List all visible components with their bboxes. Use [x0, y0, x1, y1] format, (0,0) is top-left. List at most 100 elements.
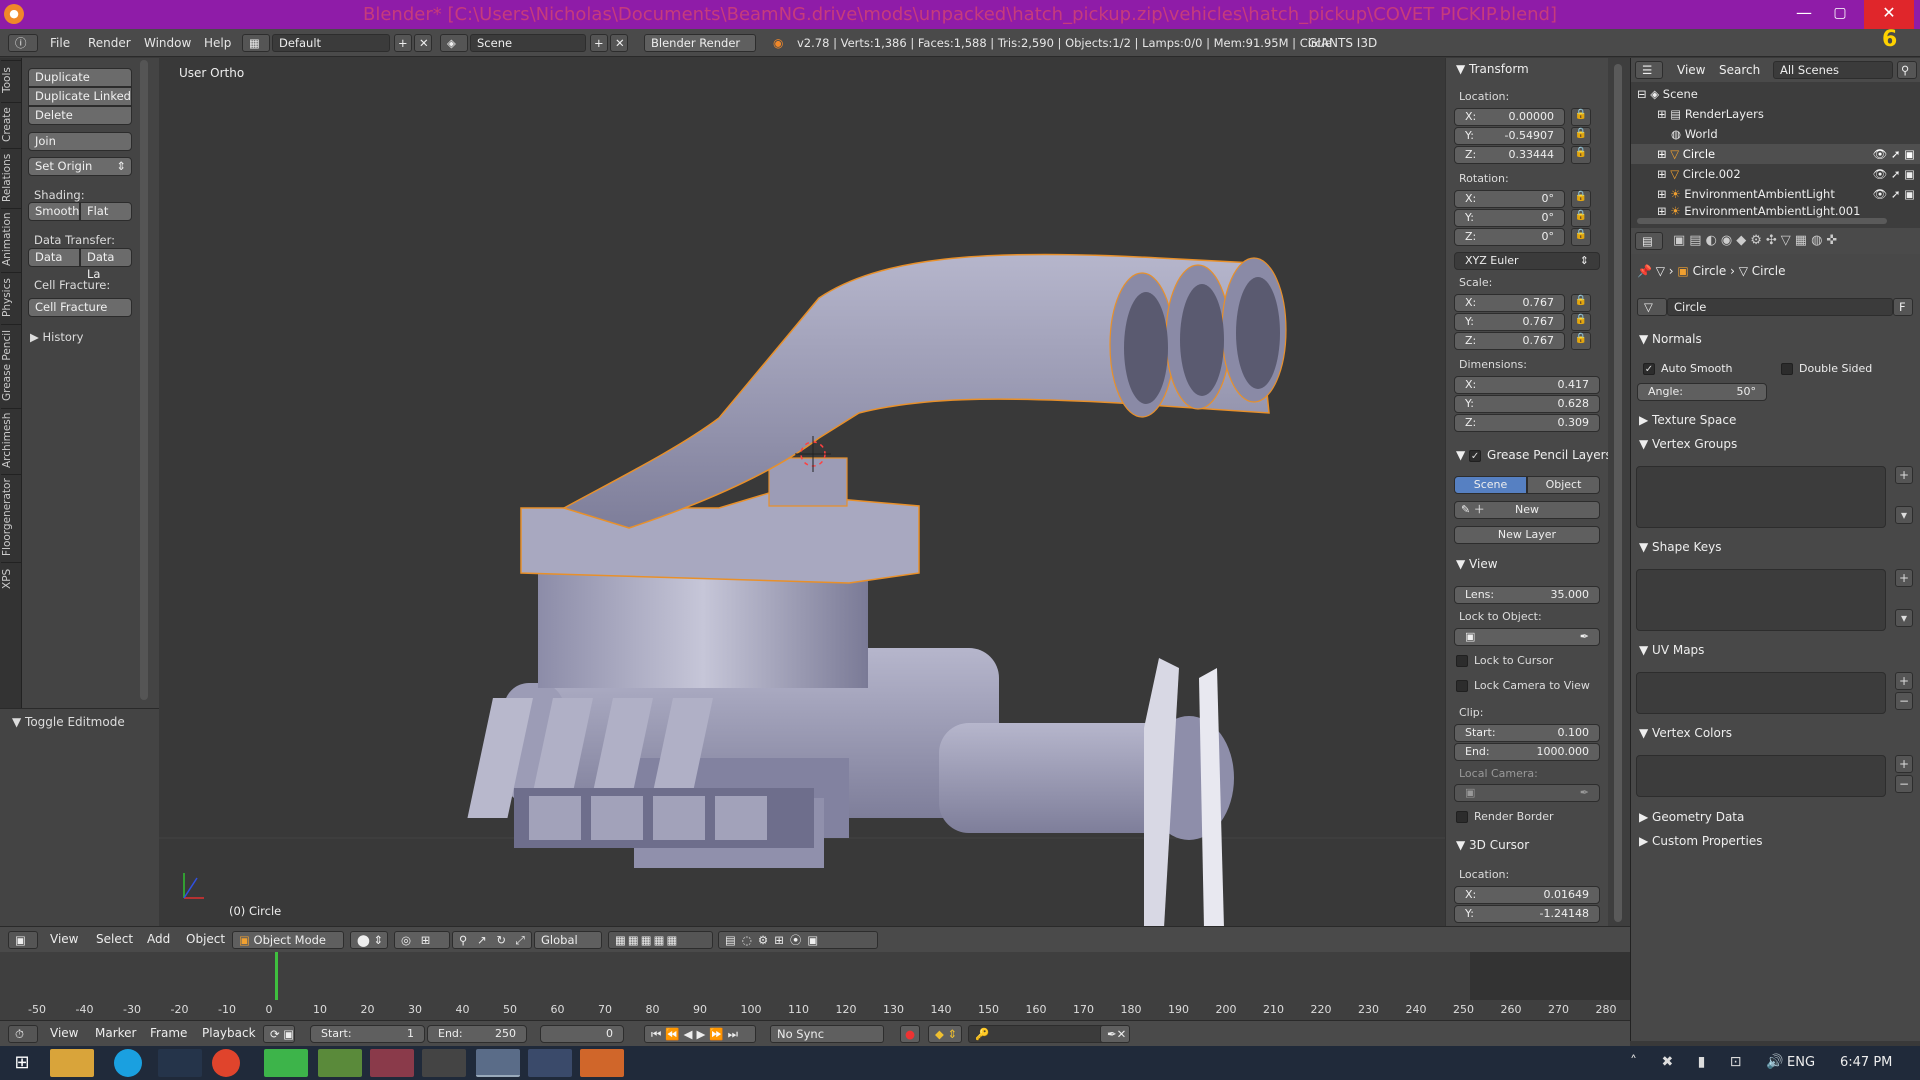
rotation-mode-dropdown[interactable]: XYZ Euler ⇕ [1454, 252, 1600, 270]
lock-icon[interactable]: 🔒 [1571, 108, 1591, 126]
dropdown-icon[interactable]: ▾ [1895, 506, 1913, 524]
mesh-name-field[interactable]: Circle [1667, 298, 1893, 316]
shape-keys-header[interactable]: ▼ Shape Keys [1639, 540, 1721, 554]
app-terminal-icon[interactable] [422, 1049, 466, 1077]
menu-file[interactable]: File [50, 34, 70, 52]
pivot-buttons[interactable]: ◎ ⊞ [394, 931, 450, 949]
location-z-field[interactable]: Z: 0.33444 [1454, 146, 1565, 164]
add-icon[interactable]: + [1895, 672, 1913, 690]
remove-layout-button[interactable]: ✕ [414, 34, 432, 52]
snap-tools[interactable]: ▤◌⚙⊞⦿▣ [718, 931, 878, 949]
outliner-item-scene[interactable]: ⊟ ◈ Scene [1631, 84, 1920, 104]
lens-field[interactable]: Lens: 35.000 [1454, 586, 1600, 604]
lock-icon[interactable]: 🔒 [1571, 313, 1591, 331]
view-menu[interactable]: View [50, 932, 78, 946]
lock-icon[interactable]: 🔒 [1571, 127, 1591, 145]
duplicate-linked-button[interactable]: Duplicate Linked [28, 87, 132, 106]
tab-create[interactable]: Create [1, 102, 21, 146]
editor-type-icon[interactable]: ⓘ [8, 34, 38, 52]
close-button[interactable]: ✕ [1864, 0, 1914, 29]
location-y-field[interactable]: Y: -0.54907 [1454, 127, 1565, 145]
scale-x-field[interactable]: X: 0.767 [1454, 294, 1565, 312]
smooth-button[interactable]: Smooth [28, 202, 80, 221]
gp-object-button[interactable]: Object [1527, 476, 1600, 494]
keying-set-icon[interactable]: ◆ ⇕ [928, 1025, 962, 1043]
lock-icon[interactable]: 🔒 [1571, 228, 1591, 246]
set-origin-dropdown[interactable]: Set Origin ⇕ [28, 157, 132, 176]
mesh-browse-icon[interactable]: ▽ [1637, 298, 1667, 316]
lock-icon[interactable]: 🔒 [1571, 294, 1591, 312]
geometry-data-header[interactable]: ▶ Geometry Data [1639, 810, 1744, 824]
manipulator-buttons[interactable]: ⚲ ↗ ↻ ⤢ [452, 931, 532, 949]
rotation-y-field[interactable]: Y: 0° [1454, 209, 1565, 227]
menu-window[interactable]: Window [144, 34, 191, 52]
minimize-button[interactable]: — [1787, 0, 1821, 29]
checkbox-icon[interactable]: ✓ [1469, 449, 1482, 462]
scale-z-field[interactable]: Z: 0.767 [1454, 332, 1565, 350]
rotation-x-field[interactable]: X: 0° [1454, 190, 1565, 208]
cursor-y-field[interactable]: Y: -1.24148 [1454, 905, 1600, 923]
layout-icon[interactable]: ▦ [242, 34, 270, 52]
visibility-icon[interactable]: 👁 ➚ ▣ [1873, 144, 1915, 164]
object-menu[interactable]: Object [186, 932, 225, 946]
add-icon[interactable]: + [1895, 569, 1913, 587]
select-menu[interactable]: Select [96, 932, 133, 946]
remove-icon[interactable]: − [1895, 775, 1913, 793]
scene-icon[interactable]: ◈ [440, 34, 468, 52]
app-game-icon[interactable] [370, 1049, 414, 1077]
dimensions-x-field[interactable]: X: 0.417 [1454, 376, 1600, 394]
timeline-editor-icon[interactable]: ⏱ [8, 1025, 38, 1043]
add-scene-button[interactable]: + [590, 34, 608, 52]
insert-delete-keys[interactable]: ✒✕ [1100, 1025, 1130, 1043]
add-menu[interactable]: Add [147, 932, 170, 946]
current-frame-indicator[interactable] [275, 952, 278, 1000]
layout-field[interactable]: Default [272, 34, 390, 52]
flat-button[interactable]: Flat [80, 202, 132, 221]
scene-field[interactable]: Scene [470, 34, 586, 52]
dropdown-icon[interactable]: ▾ [1895, 609, 1913, 627]
app-notepad-icon[interactable] [318, 1049, 362, 1077]
render-border-checkbox[interactable]: Render Border [1456, 810, 1554, 823]
playback-menu[interactable]: Playback [202, 1026, 256, 1040]
double-sided-checkbox[interactable]: Double Sided [1781, 362, 1872, 375]
tab-grease-pencil[interactable]: Grease Pencil [1, 324, 21, 406]
lock-to-cursor-checkbox[interactable]: Lock to Cursor [1456, 654, 1553, 667]
outliner-editor-icon[interactable]: ☰ [1635, 61, 1663, 79]
gp-new-button[interactable]: ✎ ＋ New [1454, 501, 1600, 519]
remove-scene-button[interactable]: ✕ [610, 34, 628, 52]
marker-menu[interactable]: Marker [95, 1026, 136, 1040]
orientation-dropdown[interactable]: Global [534, 931, 602, 949]
lock-camera-checkbox[interactable]: Lock Camera to View [1456, 679, 1590, 692]
pin-icon[interactable]: 📌 [1637, 264, 1656, 278]
local-camera-field[interactable]: ▣ ✒ [1454, 784, 1600, 802]
scale-y-field[interactable]: Y: 0.767 [1454, 313, 1565, 331]
viewport-editor-icon[interactable]: ▣ [8, 931, 38, 949]
vertex-colors-list[interactable] [1636, 755, 1886, 797]
record-icon[interactable]: ● [900, 1025, 920, 1043]
chrome-icon[interactable] [212, 1049, 240, 1077]
app-window-icon[interactable] [528, 1049, 572, 1077]
vertex-groups-header[interactable]: ▼ Vertex Groups [1639, 437, 1737, 451]
steam-icon[interactable] [158, 1049, 202, 1077]
fake-user-button[interactable]: F [1893, 298, 1913, 316]
dimensions-z-field[interactable]: Z: 0.309 [1454, 414, 1600, 432]
outliner-search-menu[interactable]: Search [1719, 63, 1760, 77]
context-tabs-icons[interactable]: ▣▤◐◉◆⚙✣▽▦◍✜ [1673, 233, 1841, 248]
mode-dropdown[interactable]: ▣ Object Mode [232, 931, 344, 949]
normals-header[interactable]: ▼ Normals [1639, 332, 1702, 346]
render-engine-dropdown[interactable]: Blender Render [644, 34, 756, 52]
npanel-scrollbar[interactable] [1614, 64, 1622, 922]
3d-cursor-header[interactable]: ▼ 3D Cursor [1456, 838, 1529, 852]
outliner-item-circle-002[interactable]: ⊞ ▽ Circle.002 👁 ➚ ▣ [1631, 164, 1920, 184]
start-frame-field[interactable]: Start: 1 [310, 1025, 425, 1043]
grease-pencil-layers-header[interactable]: ▼ ✓ Grease Pencil Layers [1456, 448, 1612, 462]
tab-physics[interactable]: Physics [1, 272, 21, 322]
vertex-colors-header[interactable]: ▼ Vertex Colors [1639, 726, 1732, 740]
tab-relations[interactable]: Relations [1, 148, 21, 206]
uv-maps-header[interactable]: ▼ UV Maps [1639, 643, 1704, 657]
remove-icon[interactable]: − [1895, 692, 1913, 710]
custom-properties-header[interactable]: ▶ Custom Properties [1639, 834, 1762, 848]
delete-button[interactable]: Delete [28, 106, 132, 125]
clock[interactable]: 6:47 PM [1840, 1055, 1892, 1070]
timeline-view-menu[interactable]: View [50, 1026, 78, 1040]
